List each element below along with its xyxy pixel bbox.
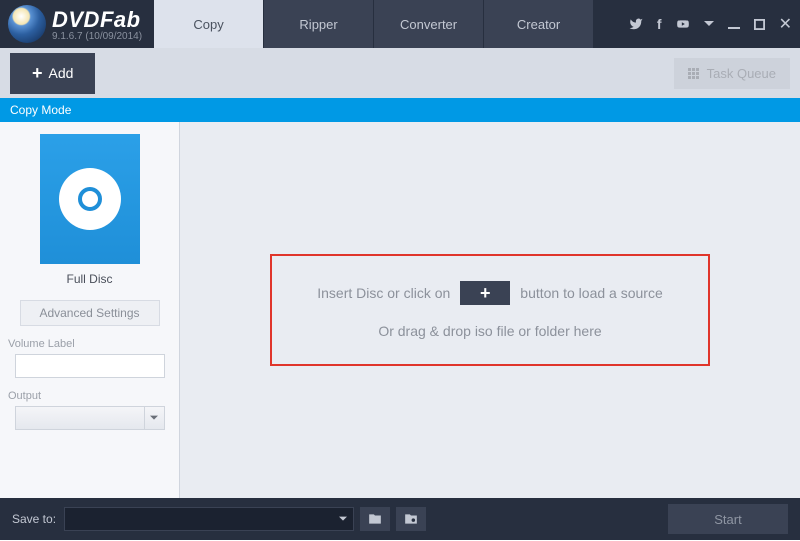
window-controls: f ✕ <box>629 14 792 34</box>
output-label-text: Output <box>8 390 171 402</box>
advanced-settings-button[interactable]: Advanced Settings <box>20 300 160 326</box>
facebook-icon[interactable]: f <box>657 16 662 32</box>
add-button[interactable]: + Add <box>10 53 95 94</box>
version-text: 9.1.6.7 (10/09/2014) <box>52 31 142 42</box>
iso-button[interactable] <box>396 507 426 531</box>
chevron-down-icon <box>333 512 353 526</box>
output-select[interactable] <box>15 406 145 430</box>
task-queue-label: Task Queue <box>707 66 776 81</box>
main-tabs: Copy Ripper Converter Creator <box>154 0 594 48</box>
drop-instruction-1: Insert Disc or click on + button to load… <box>317 281 662 305</box>
disc-icon <box>59 168 121 230</box>
sidebar: Full Disc Advanced Settings Volume Label… <box>0 122 180 498</box>
title-bar: DVDFab 9.1.6.7 (10/09/2014) Copy Ripper … <box>0 0 800 48</box>
drop-instruction-2: Or drag & drop iso file or folder here <box>378 323 601 339</box>
logo: DVDFab 9.1.6.7 (10/09/2014) <box>8 5 142 43</box>
drop-text-post: button to load a source <box>520 285 662 301</box>
drop-zone[interactable]: Insert Disc or click on + button to load… <box>270 254 710 366</box>
maximize-icon[interactable] <box>754 19 765 30</box>
logo-icon <box>8 5 46 43</box>
main-area: Insert Disc or click on + button to load… <box>180 122 800 498</box>
inline-add-button[interactable]: + <box>460 281 510 305</box>
task-queue-icon <box>688 68 699 79</box>
output-select-arrow[interactable] <box>145 406 165 430</box>
content-area: Full Disc Advanced Settings Volume Label… <box>0 122 800 498</box>
tab-copy[interactable]: Copy <box>154 0 264 48</box>
disc-folder-icon <box>404 512 418 526</box>
close-icon[interactable]: ✕ <box>779 14 792 34</box>
mode-thumbnail-label: Full Disc <box>66 272 112 286</box>
volume-label-input[interactable] <box>15 354 165 378</box>
add-label: Add <box>49 65 74 81</box>
youtube-icon[interactable] <box>676 17 690 31</box>
tab-ripper[interactable]: Ripper <box>264 0 374 48</box>
folder-icon <box>368 512 382 526</box>
mode-bar: Copy Mode <box>0 98 800 122</box>
plus-icon: + <box>32 63 43 84</box>
footer: Save to: Start <box>0 498 800 540</box>
save-to-select[interactable] <box>64 507 354 531</box>
toolbar: + Add Task Queue <box>0 48 800 98</box>
drop-text-pre: Insert Disc or click on <box>317 285 450 301</box>
task-queue-button[interactable]: Task Queue <box>674 58 790 89</box>
mode-label: Copy Mode <box>10 103 71 117</box>
brand-text: DVDFab <box>52 7 142 33</box>
twitter-icon[interactable] <box>629 17 643 31</box>
save-to-label: Save to: <box>12 512 56 526</box>
tab-creator[interactable]: Creator <box>484 0 594 48</box>
volume-label-text: Volume Label <box>8 338 171 350</box>
minimize-icon[interactable] <box>728 18 740 30</box>
mode-thumbnail[interactable] <box>40 134 140 264</box>
browse-folder-button[interactable] <box>360 507 390 531</box>
tab-converter[interactable]: Converter <box>374 0 484 48</box>
dropdown-icon[interactable] <box>704 19 714 29</box>
start-button[interactable]: Start <box>668 504 788 534</box>
